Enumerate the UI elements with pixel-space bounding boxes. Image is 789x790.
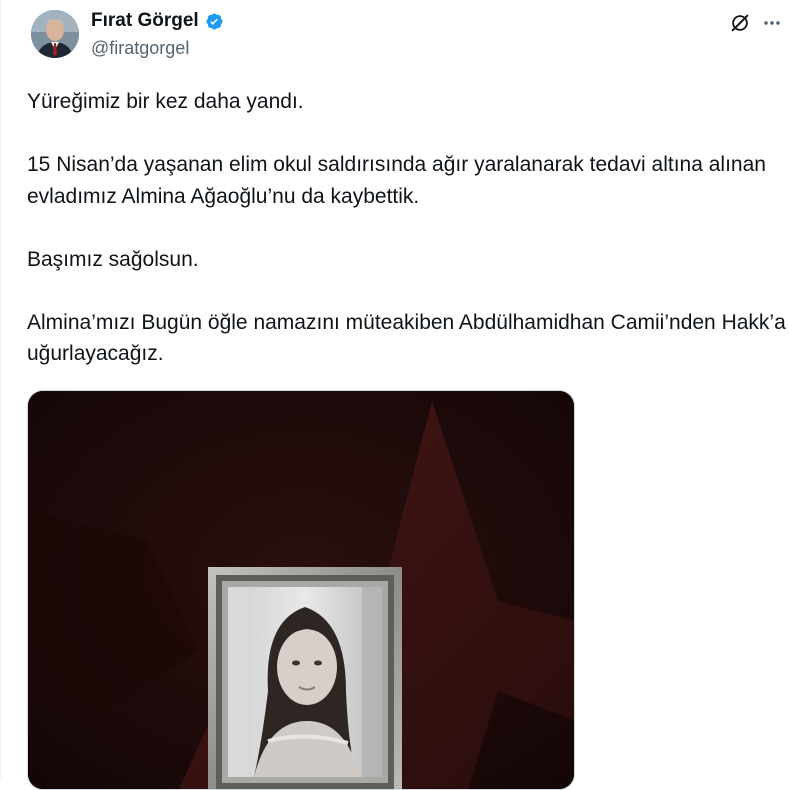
avatar[interactable] [31,10,79,58]
tweet-header: Fırat Görgel @firatgorgel [1,0,789,80]
tweet-media-image[interactable] [27,390,575,790]
tweet-paragraph: 15 Nisan’da yaşanan elim okul saldırısın… [27,153,766,208]
author-handle[interactable]: @firatgorgel [91,38,189,59]
verified-badge-icon [203,11,224,32]
tweet-paragraph: Almina’mızı Bugün öğle namazını müteakib… [27,310,786,366]
author-name[interactable]: Fırat Görgel [91,10,199,32]
grok-icon[interactable] [727,10,753,36]
tweet: Fırat Görgel @firatgorgel Yüreğimiz bir … [0,0,789,790]
tweet-paragraph: Başımız sağolsun. [27,247,199,271]
tweet-text: Yüreğimiz bir kez daha yandı. 15 Nisan’d… [27,86,787,401]
more-options-icon[interactable] [759,10,785,36]
author-name-row: Fırat Görgel [91,10,224,32]
tweet-paragraph: Yüreğimiz bir kez daha yandı. [27,90,304,113]
